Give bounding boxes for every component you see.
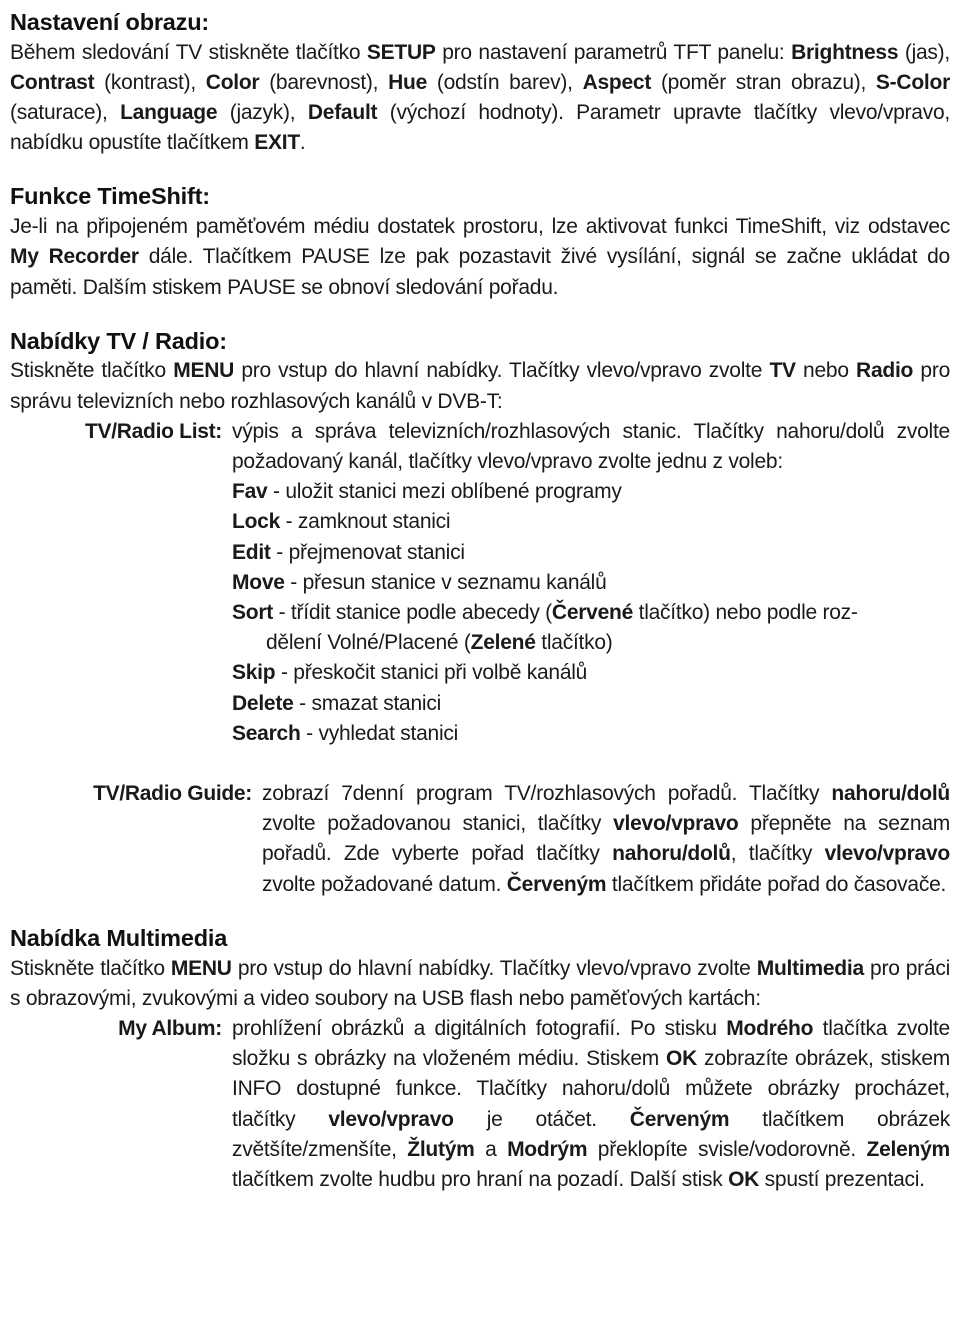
section-heading-tv-radio-menus: Nabídky TV / Radio: [10, 327, 227, 354]
list-item: Fav - uložit stanici mezi oblíbené progr… [232, 477, 950, 507]
document-page: Nastavení obrazu: Během sledování TV sti… [0, 0, 960, 1323]
paragraph-tv-radio-intro: Stiskněte tlačítko MENU pro vstup do hla… [10, 359, 951, 413]
option-name-search: Search [232, 721, 301, 745]
list-item: Skip - přeskočit stanici při volbě kanál… [232, 658, 950, 688]
channel-options-list: Fav - uložit stanici mezi oblíbené progr… [232, 477, 950, 749]
tv-radio-list-description: výpis a správa televizních/rozhlasových … [232, 419, 950, 473]
section-heading-timeshift: Funkce TimeShift: [10, 183, 210, 210]
paragraph-multimedia-intro: Stiskněte tlačítko MENU pro vstup do hla… [10, 956, 950, 1010]
option-desc-skip: - přeskočit stanici při volbě kanálů [275, 661, 588, 685]
option-name-edit: Edit [232, 540, 271, 564]
list-item: Sort - třídit stanice podle abecedy (Čer… [232, 598, 950, 658]
list-item: Edit - přejmenovat stanici [232, 538, 950, 568]
definition-my-album: My Album: prohlížení obrázků a digitální… [10, 1014, 950, 1195]
option-name-move: Move [232, 570, 285, 594]
option-name-skip: Skip [232, 661, 276, 685]
paragraph-picture-settings: Během sledování TV stiskněte tlačítko SE… [10, 40, 950, 155]
option-desc-fav: - uložit stanici mezi oblíbené programy [267, 480, 622, 504]
option-desc-sort: - třídit stanice podle abecedy (Červené … [273, 601, 858, 625]
section-heading-picture-settings: Nastavení obrazu: [10, 9, 210, 35]
option-desc-lock: - zamknout stanici [280, 510, 451, 534]
option-desc-search: - vyhledat stanici [300, 721, 459, 745]
definition-body-tv-radio-guide: zobrazí 7denní program TV/rozhlasových p… [262, 782, 951, 896]
paragraph-timeshift: Je-li na připojeném paměťovém médiu dost… [10, 215, 950, 299]
option-name-delete: Delete [232, 691, 294, 715]
section-heading-multimedia: Nabídka Multimedia [10, 924, 228, 951]
option-name-fav: Fav [232, 480, 268, 504]
definition-body-my-album: prohlížení obrázků a digitálních fotogra… [232, 1016, 951, 1191]
option-desc-delete: - smazat stanici [293, 691, 441, 715]
definition-body-tv-radio-list: výpis a správa televizních/rozhlasových … [222, 417, 950, 749]
definition-label-tv-radio-list: TV/Radio List: [85, 419, 222, 443]
option-name-lock: Lock [232, 510, 281, 534]
definition-label-tv-radio-guide: TV/Radio Guide: [93, 782, 252, 806]
definition-tv-radio-list: TV/Radio List: výpis a správa televizníc… [10, 417, 950, 749]
option-desc-move: - přesun stanice v seznamu kanálů [284, 570, 607, 594]
list-item: Search - vyhledat stanici [232, 719, 950, 749]
option-desc-edit: - přejmenovat stanici [270, 540, 465, 564]
list-item: Lock - zamknout stanici [232, 507, 950, 537]
definition-label-my-album: My Album: [118, 1016, 222, 1040]
definition-tv-radio-guide: TV/Radio Guide: zobrazí 7denní program T… [10, 779, 950, 900]
option-name-sort: Sort [232, 601, 273, 625]
list-item: Delete - smazat stanici [232, 689, 950, 719]
list-item: Move - přesun stanice v seznamu kanálů [232, 568, 950, 598]
option-desc-sort-continuation: dělení Volné/Placené (Zelené tlačítko) [266, 631, 613, 655]
